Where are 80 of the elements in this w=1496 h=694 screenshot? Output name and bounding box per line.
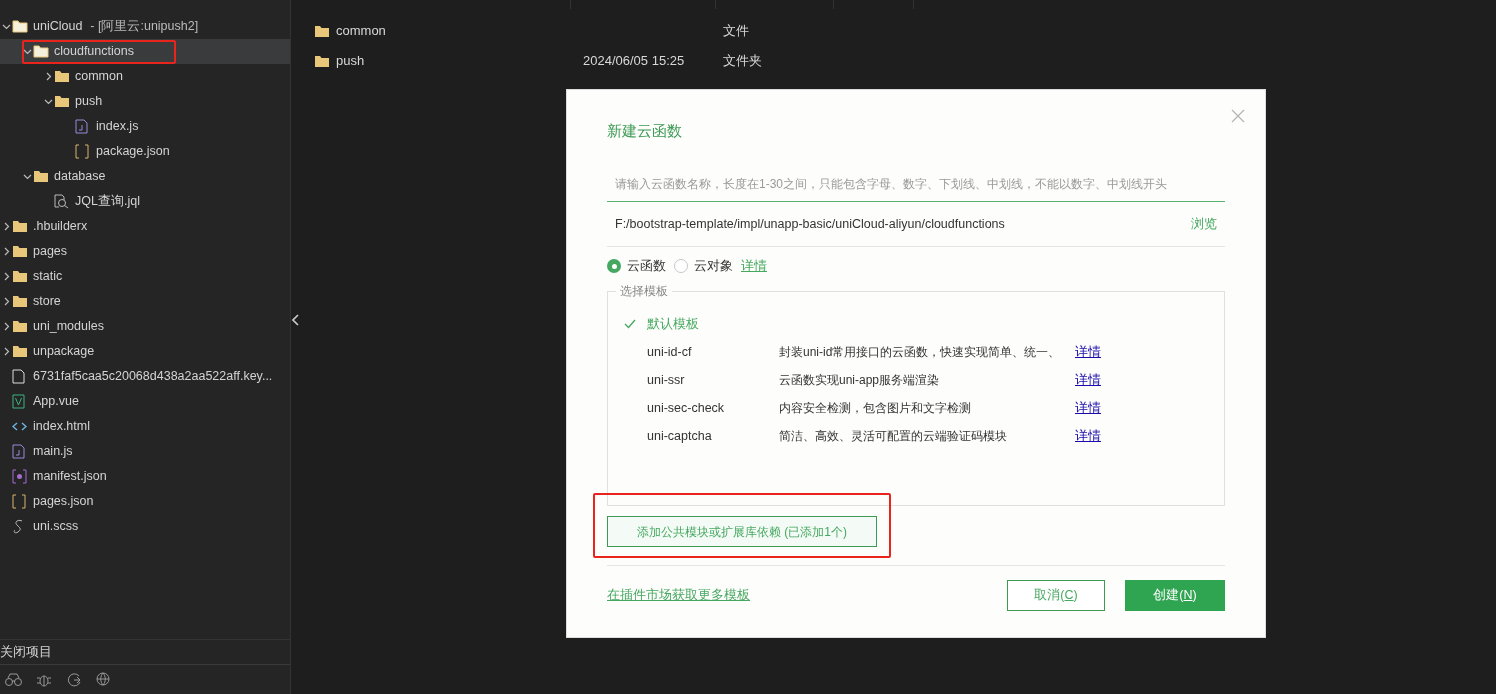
details-link[interactable]: 详情 xyxy=(1075,398,1101,418)
globe-cloud-icon[interactable] xyxy=(96,672,113,687)
dialog-title: 新建云函数 xyxy=(607,121,683,141)
tree-item[interactable]: unpackage xyxy=(0,339,290,364)
radio-button[interactable] xyxy=(674,259,688,273)
tree-item[interactable]: package.json xyxy=(0,139,290,164)
folder-icon xyxy=(12,245,28,258)
details-link[interactable]: 详情 xyxy=(1075,426,1101,446)
template-option[interactable]: uni-captcha 简洁、高效、灵活可配置的云端验证码模块 详情 xyxy=(608,422,1224,450)
code-icon xyxy=(12,421,27,432)
folder-icon xyxy=(33,170,49,183)
check-icon xyxy=(624,319,636,329)
collapse-icon[interactable] xyxy=(292,314,300,326)
template-option[interactable]: uni-sec-check 内容安全检测，包含图片和文字检测 详情 xyxy=(608,394,1224,422)
tree-item[interactable]: cloudfunctions xyxy=(0,39,290,64)
closed-projects-label[interactable]: 关闭项目 xyxy=(0,642,52,662)
details-link[interactable]: 详情 xyxy=(1075,370,1101,390)
folder-icon xyxy=(12,345,28,358)
brackets-icon xyxy=(75,144,89,159)
file-icon xyxy=(75,119,88,134)
radio-label[interactable]: 云函数 xyxy=(627,256,666,276)
folder-icon xyxy=(314,54,330,68)
folder-icon xyxy=(12,220,28,233)
path-field: F:/bootstrap-template/impl/unapp-basic/uniCloud-aliyun/cloudfunctions xyxy=(615,214,1005,234)
radio-label[interactable]: 云对象 xyxy=(694,256,733,276)
file-name[interactable]: common xyxy=(336,21,386,41)
modified-date: 2024/06/05 15:25 xyxy=(583,53,685,69)
chevron-down-icon[interactable] xyxy=(22,47,32,56)
file-icon xyxy=(12,444,25,459)
tree-item[interactable]: pages.json xyxy=(0,489,290,514)
folder-icon xyxy=(33,45,49,58)
chevron-down-icon[interactable] xyxy=(1,22,11,31)
tree-item[interactable]: uni_modules xyxy=(0,314,290,339)
tree-item[interactable]: .hbuilderx xyxy=(0,214,290,239)
tree-item[interactable]: uniCloud - [阿里云:unipush2] xyxy=(0,14,290,39)
folder-icon xyxy=(54,70,70,83)
tree-item[interactable]: JQL查询.jql xyxy=(0,189,290,214)
binoculars-icon[interactable] xyxy=(5,672,22,687)
file-icon xyxy=(12,369,25,384)
folder-icon xyxy=(12,270,28,283)
details-link[interactable]: 详情 xyxy=(1075,342,1101,362)
folder-icon xyxy=(12,295,28,308)
radio-button[interactable] xyxy=(607,259,621,273)
template-description: 云函数实现uni-app服务端渲染 xyxy=(779,372,941,389)
folder-icon xyxy=(12,320,28,333)
bug-icon[interactable] xyxy=(36,672,52,687)
tree-item[interactable]: store xyxy=(0,289,290,314)
tree-item[interactable]: App.vue xyxy=(0,389,290,414)
file-type: 文件夹 xyxy=(722,52,762,71)
chevron-down-icon[interactable] xyxy=(22,172,32,181)
tree-item[interactable]: static xyxy=(0,264,290,289)
tree-item[interactable]: 6731faf5caa5c20068d438a2aa522aff.key... xyxy=(0,364,290,389)
template-description: 内容安全检测，包含图片和文字检测 xyxy=(779,400,972,417)
tree-item[interactable]: index.html xyxy=(0,414,290,439)
template-description: 简洁、高效、灵活可配置的云端验证码模块 xyxy=(779,428,1008,445)
tree-item[interactable]: uni.scss xyxy=(0,514,290,539)
tree-item[interactable]: manifest.json xyxy=(0,464,290,489)
folder-icon xyxy=(12,20,28,33)
template-option[interactable]: uni-ssr 云函数实现uni-app服务端渲染 详情 xyxy=(608,366,1224,394)
folder-icon xyxy=(54,95,70,108)
tree-item[interactable]: database xyxy=(0,164,290,189)
file-type: 文件 xyxy=(722,22,749,41)
template-legend: 选择模板 xyxy=(616,284,672,298)
tree-item[interactable]: common xyxy=(0,64,290,89)
cloud-label: - [阿里云:unipush2] xyxy=(90,18,199,36)
tree-item[interactable]: pages xyxy=(0,239,290,264)
chevron-down-icon[interactable] xyxy=(43,97,53,106)
folder-icon xyxy=(314,24,330,38)
name-input-field[interactable]: 请输入云函数名称，长度在1-30之间，只能包含字母、数字、下划线、中划线，不能以数字、中划线开头 xyxy=(607,167,1225,202)
file-name[interactable]: push xyxy=(336,51,365,71)
tree-item[interactable]: main.js xyxy=(0,439,290,464)
tree-item[interactable]: index.js xyxy=(0,114,290,139)
template-description: 封装uni-id常用接口的云函数，快速实现简单、统一、 xyxy=(779,344,1062,361)
vue-file-icon xyxy=(12,394,25,409)
search-file-icon xyxy=(54,194,69,209)
gear-file-icon xyxy=(12,469,27,484)
template-option[interactable]: uni-id-cf 封装uni-id常用接口的云函数，快速实现简单、统一、 详情 xyxy=(608,338,1224,366)
tree-item[interactable]: push xyxy=(0,89,290,114)
brackets-icon xyxy=(12,494,26,509)
refresh-globe-icon[interactable] xyxy=(66,672,82,687)
